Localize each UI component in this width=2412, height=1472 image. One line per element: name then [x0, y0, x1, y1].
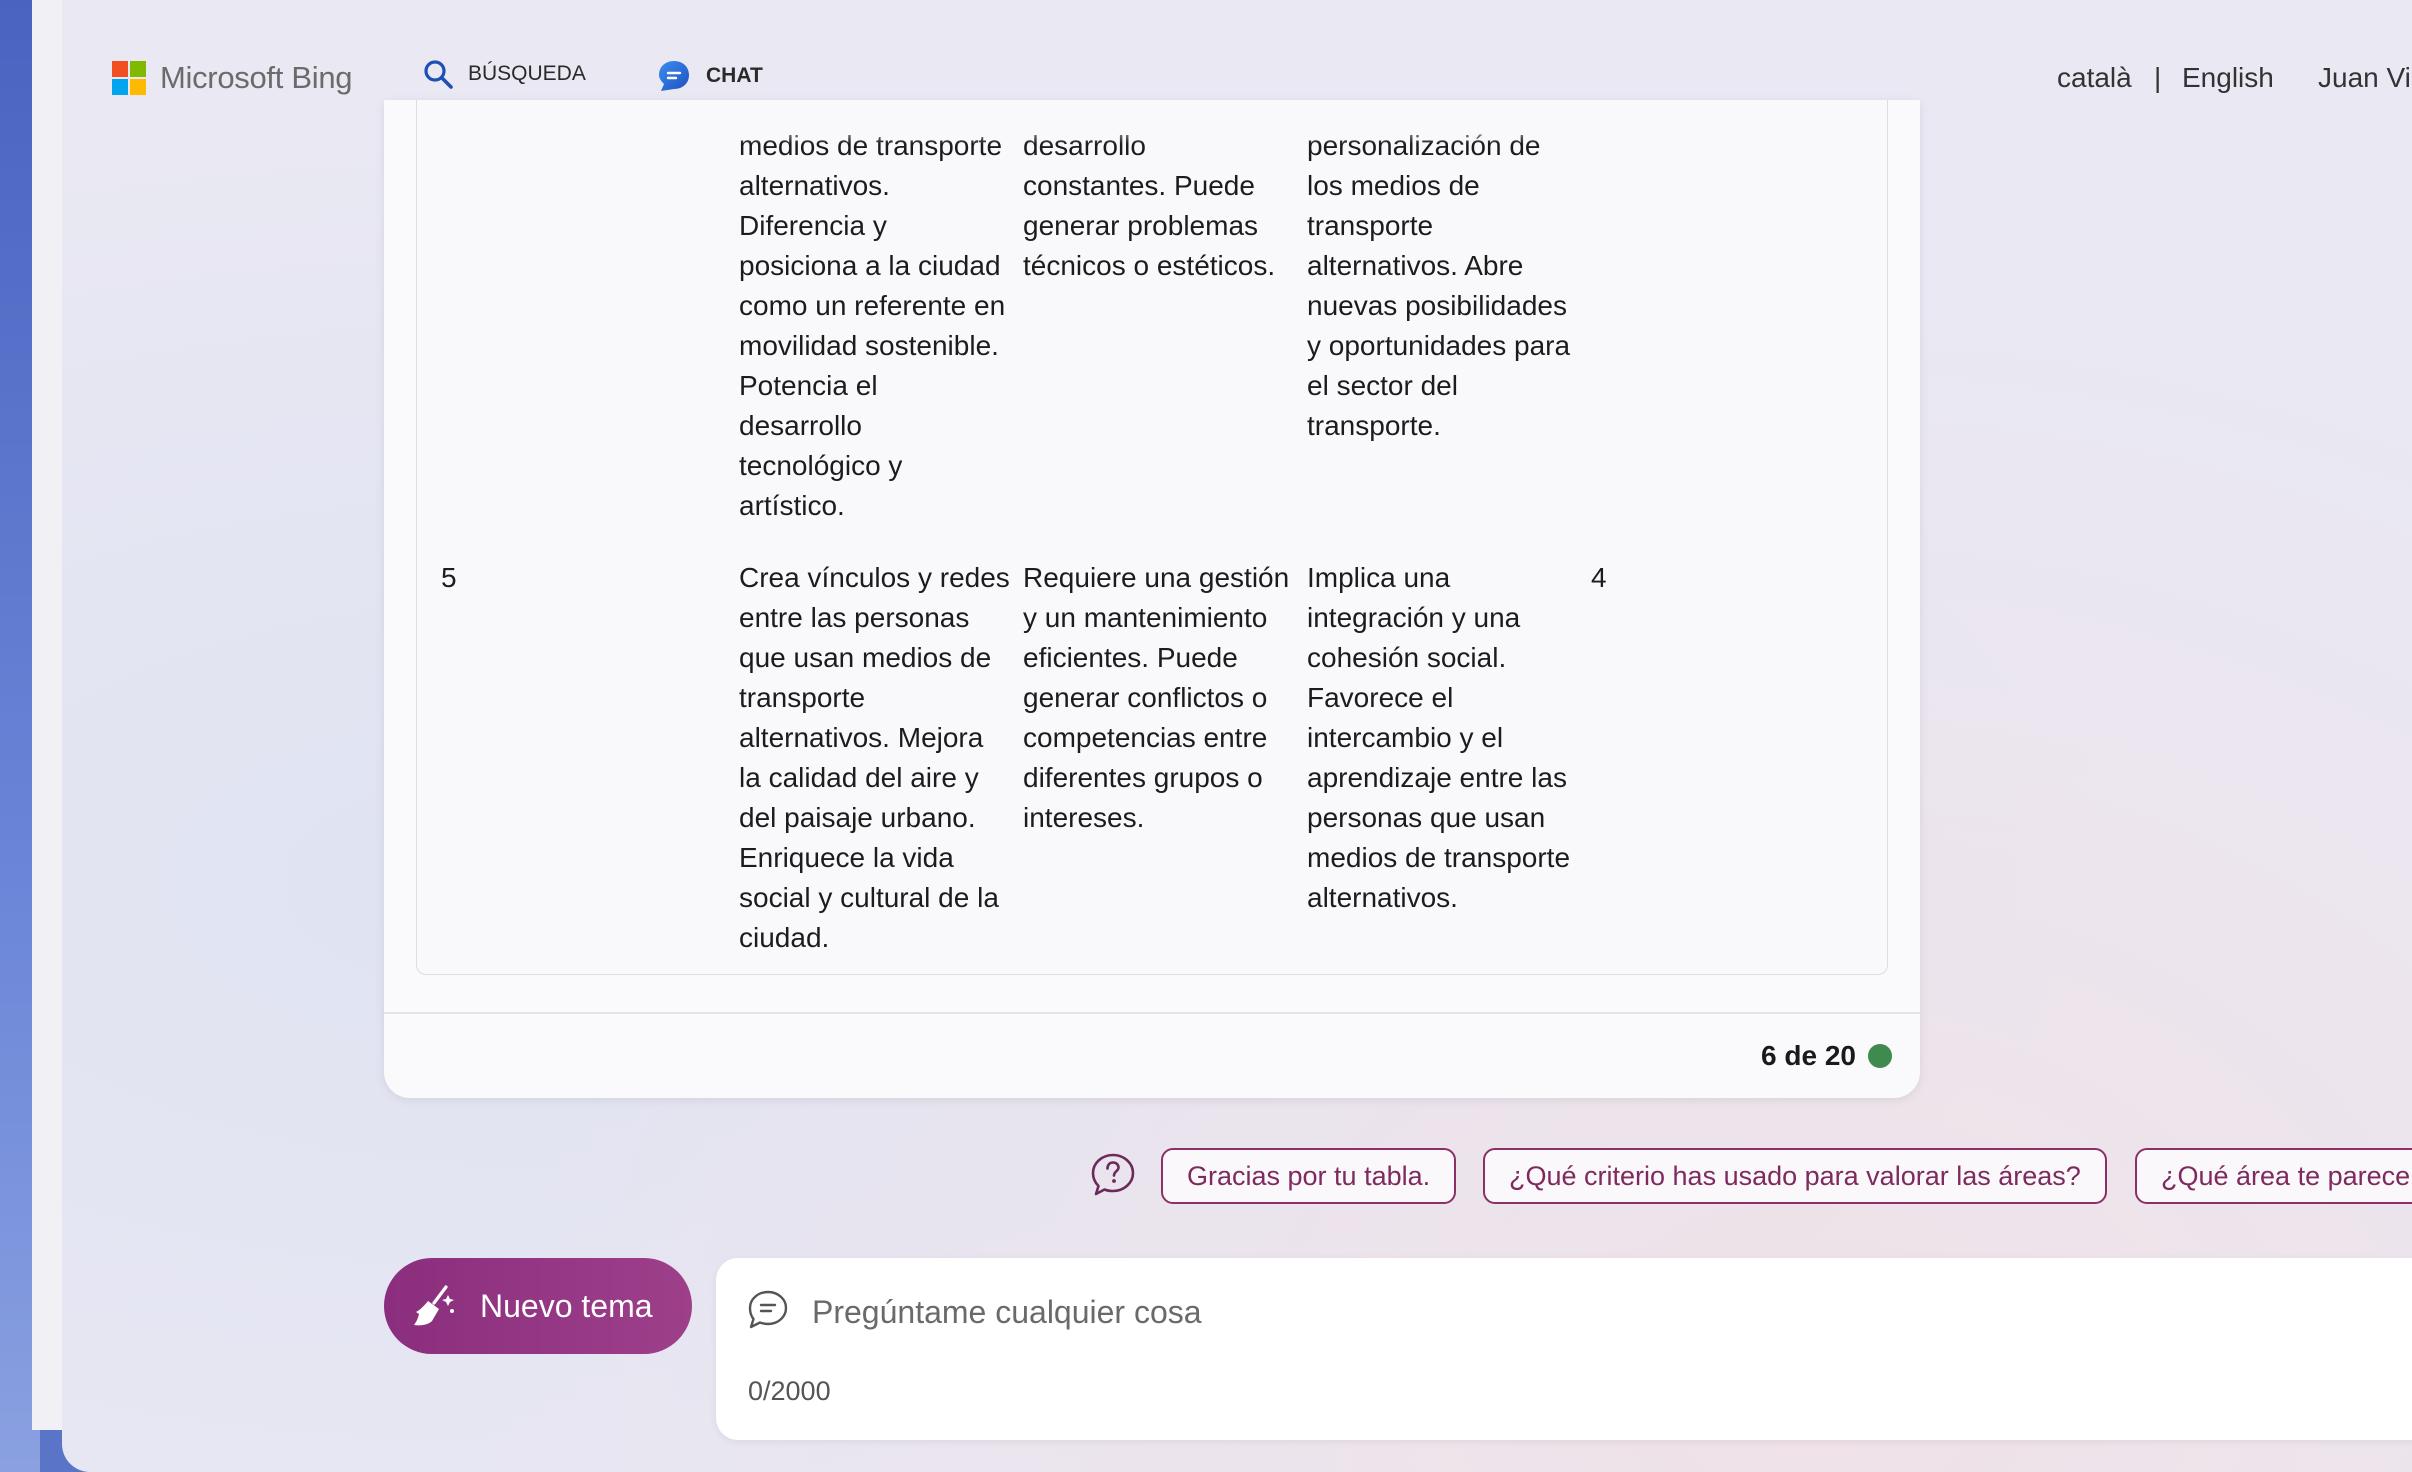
desktop-background: [0, 0, 65, 1472]
response-counter: 6 de 20: [1761, 1040, 1892, 1072]
chat-response-card: medios de transporte alternativos. Diferen…: [384, 100, 1920, 1098]
language-catalan-link[interactable]: català: [2057, 62, 2132, 94]
language-separator: |: [2154, 62, 2162, 93]
table-cell-line: Potencia el: [739, 370, 878, 401]
suggestion-chip[interactable]: ¿Qué área te parece: [2135, 1148, 2412, 1204]
table-cell-line: entre las personas: [739, 602, 970, 633]
table-cell-benefits: medios de transporte alternativos. Diferen…: [739, 126, 1019, 526]
table-cell-line: alternativos. Mejora: [739, 722, 984, 753]
table-cell-line: aprendizaje entre las: [1307, 762, 1567, 793]
table-cell-line: social y cultural de la: [739, 882, 999, 913]
table-cell-line: ciudad.: [739, 922, 830, 953]
table-cell-line: medios de transporte: [1307, 842, 1571, 873]
question-bubble-icon[interactable]: [1090, 1152, 1136, 1198]
chat-prompt-icon: [748, 1290, 788, 1329]
tab-search-label: BÚSQUEDA: [468, 62, 586, 85]
table-cell-opportunities: Implica una integración y una cohesión soc…: [1307, 558, 1597, 918]
table-cell-line: y oportunidades para: [1307, 330, 1571, 361]
new-topic-label: Nuevo tema: [480, 1287, 653, 1324]
tab-search[interactable]: BÚSQUEDA: [422, 58, 586, 90]
new-topic-button[interactable]: Nuevo tema: [384, 1258, 692, 1354]
chat-input-box: 0/2000: [716, 1258, 2412, 1440]
table-cell-line: artístico.: [739, 490, 845, 521]
background-window-edge: [32, 0, 65, 1430]
bing-logo[interactable]: Microsoft Bing: [112, 60, 353, 96]
table-cell-benefits: Crea vínculos y redes entre las personas q…: [739, 558, 1019, 958]
table-cell-line: competencias entre: [1023, 722, 1268, 753]
table-cell-line: Implica una: [1307, 562, 1451, 593]
table-cell-line: integración y una: [1307, 602, 1521, 633]
table-cell-line: la calidad del aire y: [739, 762, 979, 793]
table-cell-line: y un mantenimiento: [1023, 602, 1268, 633]
table-cell-line: diferentes grupos o: [1023, 762, 1263, 793]
table-cell-line: intereses.: [1023, 802, 1145, 833]
table-cell-line: Crea vínculos y redes: [739, 562, 1010, 593]
table-cell-line: Requiere una gestión: [1023, 562, 1290, 593]
table-cell-score: 4: [1591, 562, 1607, 593]
scroll-fade-overlay: [417, 100, 1887, 144]
table-cell-line: el sector del: [1307, 370, 1458, 401]
table-cell-line: posiciona a la ciudad: [739, 250, 1001, 281]
table-cell-line: transporte: [739, 682, 866, 713]
response-table: medios de transporte alternativos. Diferen…: [416, 100, 1888, 975]
suggestion-chip[interactable]: Gracias por tu tabla.: [1161, 1148, 1457, 1204]
tab-chat-label: CHAT: [706, 64, 763, 87]
search-icon: [424, 60, 453, 89]
table-cell-line: movilidad sostenible.: [739, 330, 999, 361]
chat-bubble-icon: [659, 61, 689, 91]
table-cell-line: transporte.: [1307, 410, 1441, 441]
table-cell-line: Favorece el: [1307, 682, 1454, 713]
table-cell-drawbacks: desarrollo constantes. Puede generar probl…: [1023, 126, 1303, 286]
microsoft-logo-icon: [112, 61, 146, 95]
table-cell-line: constantes. Puede: [1023, 170, 1255, 201]
status-dot-icon: [1868, 1044, 1892, 1068]
table-cell-line: alternativos.: [739, 170, 890, 201]
table-cell-line: desarrollo: [739, 410, 862, 441]
suggestion-chip[interactable]: ¿Qué criterio has usado para valorar las…: [1483, 1148, 2107, 1204]
table-cell-line: intercambio y el: [1307, 722, 1504, 753]
card-divider: [384, 1012, 1920, 1014]
table-cell-line: los medios de: [1307, 170, 1480, 201]
response-counter-text: 6 de 20: [1761, 1040, 1856, 1071]
table-cell-line: nuevas posibilidades: [1307, 290, 1567, 321]
character-counter: 0/2000: [748, 1376, 831, 1406]
table-cell-line: que usan medios de: [739, 642, 992, 673]
table-cell-opportunities: personalización de los medios de transport…: [1307, 126, 1597, 446]
table-cell-line: generar conflictos o: [1023, 682, 1268, 713]
table-cell-line: transporte: [1307, 210, 1434, 241]
browser-page: Microsoft Bing BÚSQUEDA CHAT català | En…: [62, 0, 2412, 1472]
table-cell-line: Diferencia y: [739, 210, 887, 241]
table-cell-line: técnicos o estéticos.: [1023, 250, 1276, 281]
table-cell-line: Enriquece la vida: [739, 842, 954, 873]
table-cell-line: personas que usan: [1307, 802, 1546, 833]
table-cell-line: del paisaje urbano.: [739, 802, 976, 833]
brand-name: Microsoft Bing: [160, 60, 353, 95]
tab-chat[interactable]: CHAT: [656, 58, 763, 94]
broom-icon: [414, 1285, 454, 1326]
table-cell-line: alternativos.: [1307, 882, 1458, 913]
table-cell-line: cohesión social.: [1307, 642, 1507, 673]
table-cell-line: alternativos. Abre: [1307, 250, 1524, 281]
table-cell-drawbacks: Requiere una gestión y un mantenimiento ef…: [1023, 558, 1303, 838]
table-cell-line: tecnológico y: [739, 450, 903, 481]
language-english-link[interactable]: English: [2182, 62, 2274, 94]
user-account-name[interactable]: Juan Vi: [2318, 62, 2411, 94]
table-cell-line: eficientes. Puede: [1023, 642, 1238, 673]
table-cell-line: generar problemas: [1023, 210, 1259, 241]
table-cell-number: 5: [441, 562, 457, 593]
chat-input-field[interactable]: [810, 1284, 2374, 1340]
table-cell-line: como un referente en: [739, 290, 1006, 321]
